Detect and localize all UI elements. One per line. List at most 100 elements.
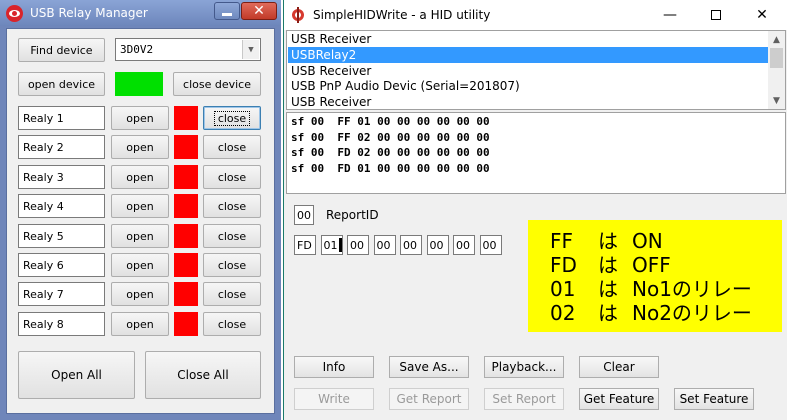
relay-close-button[interactable]: close <box>203 135 261 159</box>
save-as-button[interactable]: Save As... <box>389 356 469 378</box>
get-feature-button[interactable]: Get Feature <box>579 388 659 410</box>
report-id-value: 00 <box>297 208 311 222</box>
maximize-icon <box>711 10 721 20</box>
relay-name-field[interactable]: Realy 8 <box>18 312 105 336</box>
scroll-up-icon[interactable]: ▲ <box>768 31 785 48</box>
report-byte-input[interactable]: 00 <box>400 235 422 255</box>
info-label: Info <box>322 360 346 374</box>
relay-open-button[interactable]: open <box>111 165 169 189</box>
minimize-icon <box>222 12 232 16</box>
report-byte-input[interactable]: 00 <box>479 235 502 255</box>
hid-close-button[interactable]: ✕ <box>739 0 785 30</box>
relay-close-button[interactable]: close <box>203 224 261 248</box>
device-list-item[interactable]: USB Receiver <box>288 63 768 79</box>
note-meaning: OFF <box>632 253 671 277</box>
hid-maximize-button[interactable] <box>693 0 739 30</box>
hid-window-title: SimpleHIDWrite - a HID utility <box>313 8 491 22</box>
relay-open-button[interactable]: open <box>111 106 169 130</box>
device-list-scrollbar[interactable]: ▲ ▼ <box>768 31 785 109</box>
relay-close-button[interactable]: close <box>203 312 261 336</box>
report-byte-value: 00 <box>456 238 470 252</box>
relay-open-button[interactable]: open <box>111 253 169 277</box>
relay-close-label: close <box>217 199 247 213</box>
write-button[interactable]: Write <box>294 388 374 410</box>
relay-name-field[interactable]: Realy 7 <box>18 282 105 306</box>
log-line: sf 00 FD 02 00 00 00 00 00 00 <box>291 146 490 159</box>
relay-name-field[interactable]: Realy 1 <box>18 106 105 130</box>
note-meaning: No2のリレー <box>632 301 752 325</box>
open-device-button[interactable]: open device <box>18 72 105 96</box>
relay-open-label: open <box>126 229 154 243</box>
get-report-button[interactable]: Get Report <box>389 388 469 410</box>
relay-titlebar[interactable]: USB Relay Manager ✕ <box>0 0 281 26</box>
relay-close-button[interactable]: close <box>203 165 261 189</box>
playback-button[interactable]: Playback... <box>484 356 564 378</box>
close-all-label: Close All <box>177 368 229 382</box>
relay-close-label: close <box>217 229 247 243</box>
report-byte-input[interactable]: FD <box>294 235 316 255</box>
note-meaning: No1のリレー <box>632 277 752 301</box>
note-meaning: ON <box>632 229 663 253</box>
report-id-input[interactable]: 00 <box>294 205 314 225</box>
relay-close-button[interactable]: close <box>203 194 261 218</box>
hid-minimize-button[interactable]: — <box>647 0 693 30</box>
relay-manager-window: USB Relay Manager ✕ Find device 3D0V2 ▼ … <box>0 0 281 420</box>
find-device-button[interactable]: Find device <box>18 38 105 62</box>
close-window-button[interactable]: ✕ <box>241 2 277 20</box>
device-list[interactable]: USB Receiver USBRelay2 USB Receiver USB PnP… <box>286 30 786 110</box>
close-icon: ✕ <box>253 3 265 19</box>
relay-name-field[interactable]: Realy 3 <box>18 165 105 189</box>
report-byte-input[interactable]: 00 <box>426 235 449 255</box>
relay-open-button[interactable]: open <box>111 194 169 218</box>
info-button[interactable]: Info <box>294 356 374 378</box>
report-byte-input[interactable]: 00 <box>453 235 475 255</box>
report-byte-input[interactable]: 01 <box>320 235 343 255</box>
relay-open-button[interactable]: open <box>111 135 169 159</box>
relay-open-button[interactable]: open <box>111 224 169 248</box>
relay-open-button[interactable]: open <box>111 282 169 306</box>
relay-close-button[interactable]: close <box>203 282 261 306</box>
relay-name-field[interactable]: Realy 6 <box>18 253 105 277</box>
device-list-item[interactable]: USBRelay2 <box>288 46 768 63</box>
set-report-label: Set Report <box>492 392 556 406</box>
relay-name-field[interactable]: Realy 4 <box>18 194 105 218</box>
open-all-label: Open All <box>51 368 102 382</box>
set-feature-button[interactable]: Set Feature <box>674 388 754 410</box>
close-icon: ✕ <box>756 7 768 23</box>
relay-close-label: close <box>217 170 247 184</box>
report-byte-value: 00 <box>403 238 417 252</box>
note-code: FF <box>550 229 574 253</box>
relay-name-field[interactable]: Realy 2 <box>18 135 105 159</box>
report-log[interactable]: sf 00 FF 01 00 00 00 00 00 00 sf 00 FF 02… <box>286 112 786 194</box>
close-all-button[interactable]: Close All <box>145 351 261 399</box>
relay-state-indicator <box>174 282 198 306</box>
log-line: sf 00 FF 02 00 00 00 00 00 00 <box>291 130 490 144</box>
relay-close-button[interactable]: close <box>203 106 261 130</box>
report-byte-input[interactable]: 00 <box>347 235 369 255</box>
set-report-button[interactable]: Set Report <box>484 388 564 410</box>
report-byte-value: 00 <box>429 238 444 252</box>
relay-close-label: close <box>213 110 251 126</box>
relay-state-indicator <box>174 165 198 189</box>
relay-open-button[interactable]: open <box>111 312 169 336</box>
find-device-label: Find device <box>30 43 93 57</box>
chevron-down-icon[interactable]: ▼ <box>242 40 259 59</box>
device-list-item[interactable]: USB Receiver <box>288 31 768 47</box>
minimize-icon: — <box>663 7 677 23</box>
device-list-item[interactable]: USB PnP Audio Devic (Serial=201807) <box>288 78 768 94</box>
minimize-button[interactable] <box>214 2 240 20</box>
device-status-indicator <box>115 72 163 96</box>
clear-button[interactable]: Clear <box>579 356 659 378</box>
hid-titlebar[interactable]: SimpleHIDWrite - a HID utility — ✕ <box>284 0 787 30</box>
note-code: 01 <box>550 277 576 301</box>
scroll-thumb[interactable] <box>770 48 783 68</box>
close-device-button[interactable]: close device <box>173 72 261 96</box>
device-list-item[interactable]: USB Receiver <box>288 94 768 109</box>
annotation-note: FF は ON FD は OFF 01 は No1のリレー 02 は No2のリレー <box>528 220 782 332</box>
relay-close-button[interactable]: close <box>203 253 261 277</box>
open-all-button[interactable]: Open All <box>18 351 135 399</box>
relay-name-field[interactable]: Realy 5 <box>18 224 105 248</box>
device-select[interactable]: 3D0V2 ▼ <box>115 38 261 61</box>
report-byte-input[interactable]: 00 <box>373 235 396 255</box>
scroll-down-icon[interactable]: ▼ <box>768 92 785 109</box>
